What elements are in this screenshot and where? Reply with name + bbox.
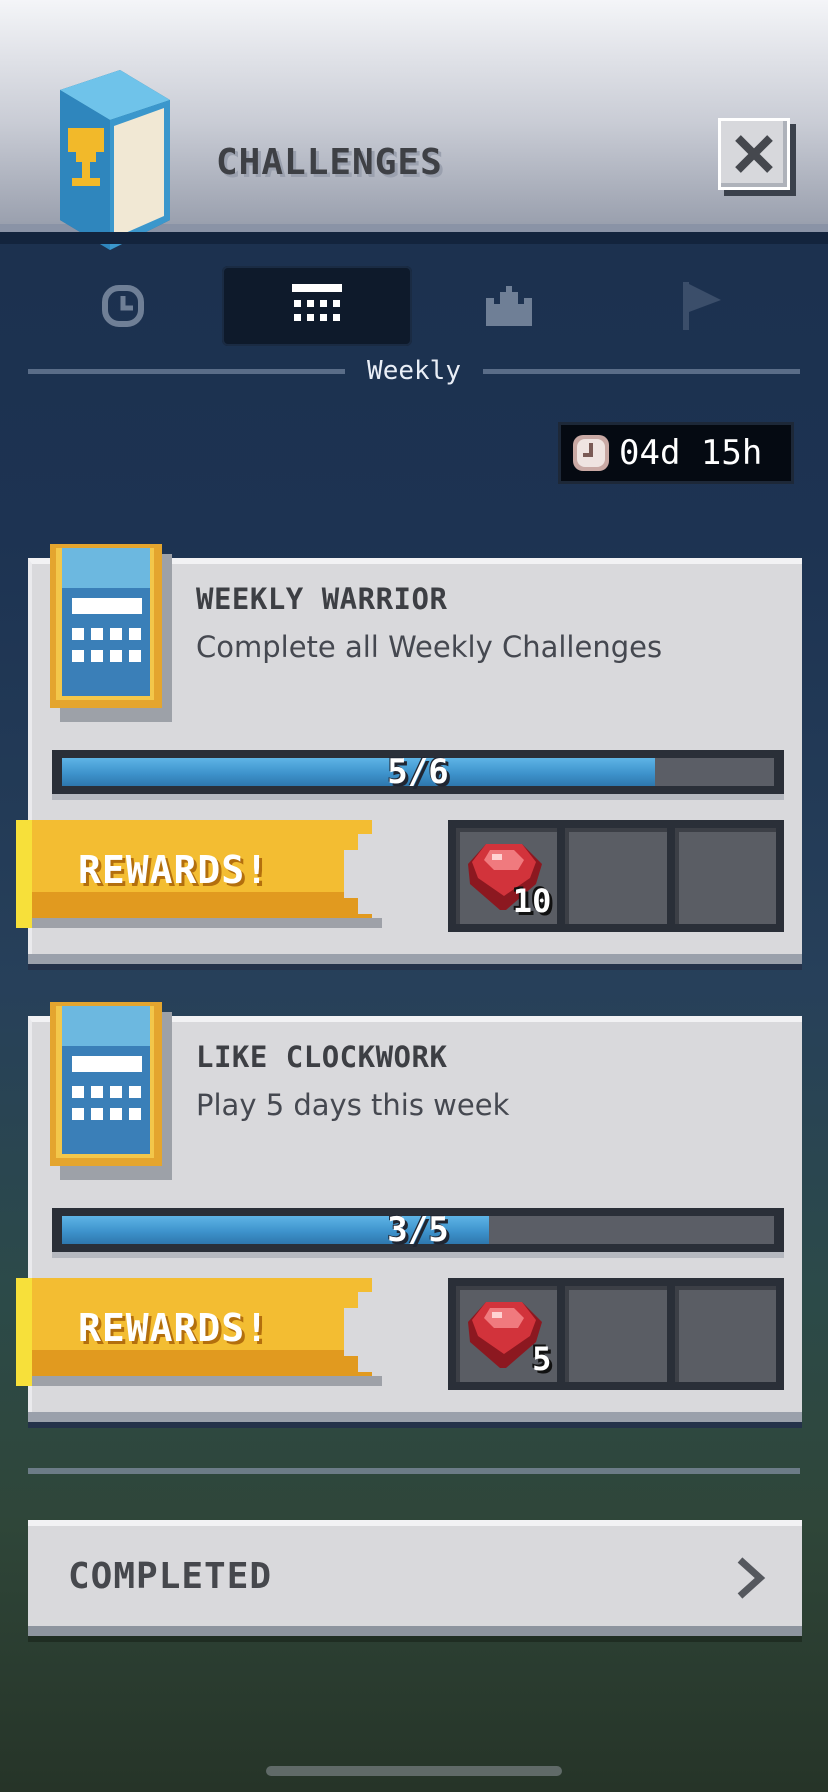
progress-track: 5/6 [62,752,774,792]
header-bar: CHALLENGES [0,0,828,250]
completed-label: COMPLETED [68,1556,273,1597]
divider-line [482,368,801,374]
progress-bar: 3/5 [52,1208,784,1258]
timer-text: 04d 15h [619,433,763,473]
rewards-label: REWARDS! [78,1306,270,1350]
challenge-title: WEEKLY WARRIOR [196,582,448,616]
reward-slot-empty [674,1286,776,1382]
tab-events[interactable] [608,266,798,346]
reward-slot-empty [674,828,776,924]
page-title: CHALLENGES [216,142,443,183]
progress-text: 3/5 [387,1210,449,1250]
divider-line [28,368,346,374]
progress-bar: 5/6 [52,750,784,800]
active-tab-label: Weekly [367,356,461,386]
close-button[interactable] [718,118,790,190]
crown-icon [486,286,532,326]
close-icon [735,135,773,173]
reward-slot-empty [565,828,667,924]
rewards-button[interactable]: REWARDS! [16,820,396,928]
rewards-button[interactable]: REWARDS! [16,1278,396,1386]
calendar-icon [50,544,172,722]
reward-slot[interactable]: 5 [456,1286,558,1382]
time-remaining-badge: 04d 15h [558,422,794,484]
tab-weekly[interactable] [222,266,412,346]
challenge-description: Play 5 days this week [196,1088,510,1122]
reward-count: 10 [512,882,552,920]
home-indicator[interactable] [266,1766,562,1776]
chevron-right-icon [737,1557,766,1599]
tab-label-row: Weekly [28,356,801,386]
reward-count: 5 [532,1340,552,1378]
calendar-icon [292,284,342,321]
calendar-icon [50,1002,172,1180]
challenge-title: LIKE CLOCKWORK [196,1040,448,1074]
reward-slots: 10 [448,820,784,932]
completed-button[interactable]: COMPLETED [28,1520,802,1626]
reward-slot-empty [565,1286,667,1382]
section-divider [28,1468,800,1474]
tab-season[interactable] [414,266,604,346]
tab-bar [28,266,800,346]
flag-icon [683,282,721,330]
trophy-book-icon [60,70,170,250]
challenge-card[interactable]: WEEKLY WARRIOR Complete all Weekly Chall… [16,544,802,954]
reward-slots: 5 [448,1278,784,1390]
progress-text: 5/6 [387,752,449,792]
challenge-description: Complete all Weekly Challenges [196,630,663,664]
clock-icon [573,435,609,471]
reward-slot[interactable]: 10 [456,828,558,924]
rewards-label: REWARDS! [78,848,270,892]
challenge-card[interactable]: LIKE CLOCKWORK Play 5 days this week 3/5… [16,1002,802,1412]
progress-track: 3/5 [62,1210,774,1250]
clock-icon [102,285,144,327]
tab-daily[interactable] [28,266,218,346]
